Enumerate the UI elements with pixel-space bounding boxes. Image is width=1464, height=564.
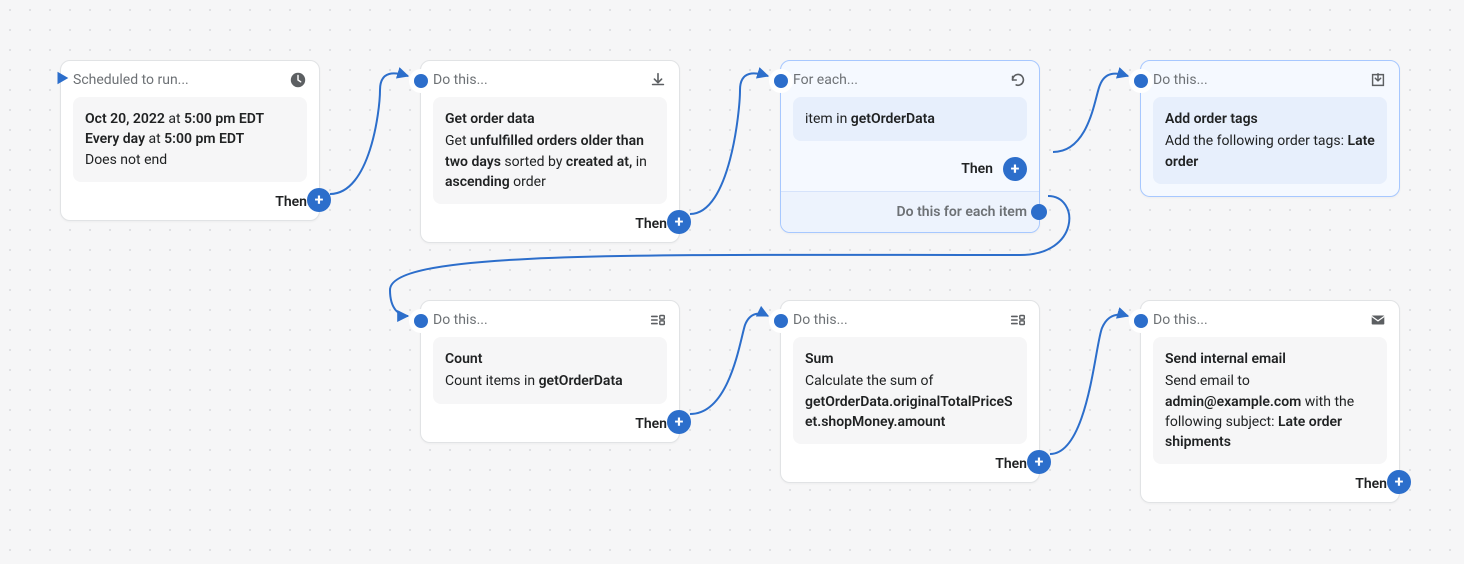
clock-icon [289,71,307,89]
card-title: Do this... [1153,72,1361,88]
count-body: Count Count items in getOrderData [433,337,667,404]
then-label: Then [635,216,667,232]
step-dot-icon [769,69,793,93]
then-label: Then [995,456,1027,472]
trigger-card[interactable]: Scheduled to run... Oct 20, 2022 at 5:00… [60,60,320,221]
sum-card[interactable]: Do this... Sum Calculate the sum of getO… [780,300,1040,483]
get-order-body: Get order data Get unfulfilled orders ol… [433,97,667,204]
for-each-body: item in getOrderData [793,97,1027,141]
email-icon [1369,311,1387,329]
then-label: Then [961,161,993,177]
step-dot-icon [409,69,433,93]
variable-icon [1009,311,1027,329]
card-title: For each... [793,72,1001,88]
add-step-button[interactable]: + [667,410,691,434]
import-icon [1369,71,1387,89]
sum-body: Sum Calculate the sum of getOrderData.or… [793,337,1027,444]
add-tags-card[interactable]: Do this... Add order tags Add the follow… [1140,60,1400,197]
add-tags-body: Add order tags Add the following order t… [1153,97,1387,184]
play-icon [51,67,73,89]
step-dot-icon [769,309,793,333]
add-step-button[interactable]: + [307,188,331,212]
card-title: Do this... [793,312,1001,328]
add-step-button[interactable]: + [1387,470,1411,494]
add-step-button[interactable]: + [1027,450,1051,474]
step-dot-icon [409,309,433,333]
loop-icon [1009,71,1027,89]
loop-connector-dot [1031,204,1047,220]
download-icon [649,71,667,89]
add-step-button[interactable]: + [667,210,691,234]
card-title: Do this... [1153,312,1361,328]
card-title: Do this... [433,72,641,88]
then-label: Then [635,416,667,432]
count-card[interactable]: Do this... Count Count items in getOrder… [420,300,680,443]
card-title: Scheduled to run... [73,72,281,88]
card-title: Do this... [433,312,641,328]
step-dot-icon [1129,309,1153,333]
email-body: Send internal email Send email to admin@… [1153,337,1387,464]
email-card[interactable]: Do this... Send internal email Send emai… [1140,300,1400,503]
loop-foot: Do this for each item [781,191,1039,232]
add-step-button[interactable]: + [1003,157,1027,181]
then-label: Then [275,194,307,210]
step-dot-icon [1129,69,1153,93]
get-order-card[interactable]: Do this... Get order data Get unfulfille… [420,60,680,243]
then-label: Then [1355,476,1387,492]
for-each-card[interactable]: For each... item in getOrderData Then + … [780,60,1040,233]
variable-icon [649,311,667,329]
trigger-body: Oct 20, 2022 at 5:00 pm EDT Every day at… [73,97,307,182]
